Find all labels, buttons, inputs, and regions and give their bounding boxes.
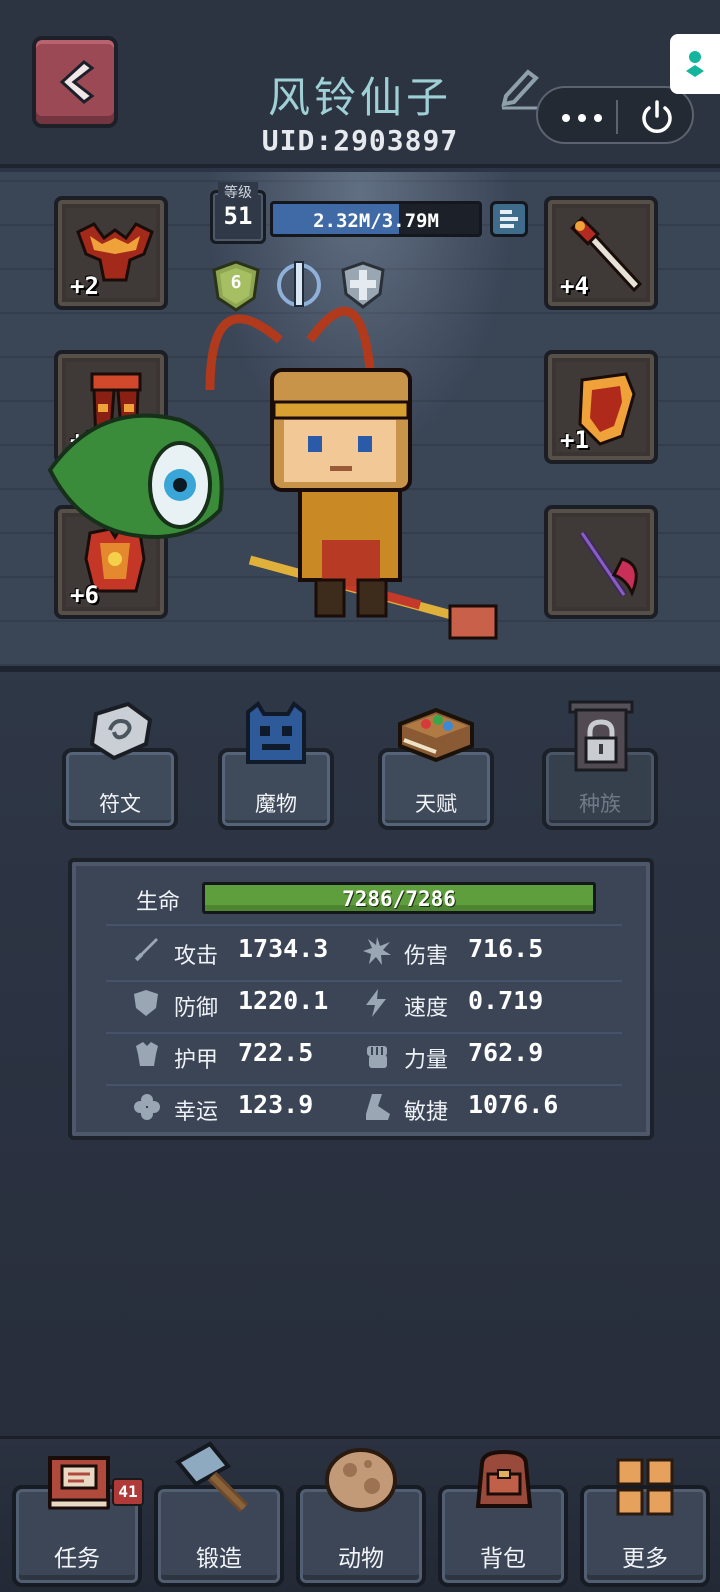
stat-name: 攻击: [174, 944, 219, 969]
stat-value: 123.9: [238, 1090, 314, 1119]
stat-defense: 防御 1220.1: [132, 984, 362, 1024]
more-grid-icon: [616, 1458, 674, 1516]
nav-bag-label: 背包: [480, 1546, 526, 1572]
shield-icon: [134, 990, 158, 1016]
hp-bar: 7286/7286: [202, 882, 596, 914]
stat-attack: 攻击 1734.3: [132, 932, 362, 972]
level-badge: 等级 51: [210, 182, 266, 244]
talent-label: 天赋: [415, 792, 457, 816]
rune-label: 符文: [99, 792, 141, 816]
stat-damage: 伤害 716.5: [362, 932, 602, 972]
race-label: 种族: [579, 792, 621, 816]
exp-details-button[interactable]: [490, 201, 528, 237]
stats-divider: [106, 924, 622, 926]
stat-value: 1734.3: [238, 934, 329, 963]
stat-value: 1076.6: [468, 1090, 559, 1119]
stats-divider: [106, 980, 622, 982]
eye-pet-sprite: [47, 413, 224, 539]
player-uid: UID:2903897: [261, 124, 459, 157]
back-button[interactable]: [32, 36, 118, 128]
fist-icon: [367, 1046, 387, 1068]
hp-label: 生命: [136, 890, 181, 915]
nav-animals-label: 动物: [338, 1546, 384, 1572]
boot-icon: [366, 1094, 390, 1120]
power-icon[interactable]: [632, 98, 682, 136]
stats-divider: [106, 1084, 622, 1086]
animal-egg-icon: [325, 1448, 397, 1512]
armor-icon: [136, 1042, 158, 1066]
equip-slot-weapon[interactable]: +4: [544, 196, 658, 310]
miniprogram-capsule: [536, 86, 694, 144]
list-icon: [500, 210, 518, 228]
stat-name: 幸运: [174, 1100, 219, 1125]
enhance-level: +4: [560, 272, 589, 300]
level-label: 等级: [218, 182, 258, 202]
capsule-divider: [616, 100, 618, 134]
back-arrow-icon: [59, 60, 95, 104]
share-button[interactable]: [670, 34, 720, 94]
stat-value: 716.5: [468, 934, 544, 963]
hero-character: [47, 306, 498, 640]
stat-name: 防御: [174, 996, 219, 1021]
task-book-icon: [48, 1456, 110, 1510]
lock-icon: [568, 700, 634, 772]
stat-value: 762.9: [468, 1038, 544, 1067]
stat-value: 0.719: [468, 986, 544, 1015]
share-person-icon: [686, 51, 704, 77]
burst-icon: [363, 937, 391, 965]
clover-icon: [134, 1094, 160, 1120]
stat-agility: 敏捷 1076.6: [362, 1088, 602, 1128]
nav-more-label: 更多: [622, 1546, 668, 1572]
scythe-icon: [579, 531, 638, 597]
task-count-badge: 41: [112, 1478, 144, 1506]
stats-panel: 生命 7286/7286 攻击 1734.3 伤害 716.5 防御 1220.…: [68, 858, 654, 1140]
nav-tasks-label: 任务: [54, 1546, 100, 1572]
talent-book-icon: [398, 707, 474, 763]
stat-armor: 护甲 722.5: [132, 1036, 362, 1076]
monster-icon: [246, 701, 306, 764]
exp-bar: 2.32M/3.79M: [270, 201, 482, 237]
more-options-button[interactable]: [558, 98, 608, 134]
exp-text: 2.32M/3.79M: [313, 210, 439, 232]
level-value: 51: [223, 202, 253, 230]
top-header: 风铃仙子 UID:2903897: [0, 0, 720, 168]
stat-name: 速度: [404, 996, 449, 1021]
stat-strength: 力量 762.9: [362, 1036, 602, 1076]
stats-divider: [106, 1032, 622, 1034]
stat-name: 敏捷: [404, 1100, 449, 1125]
edit-name-icon[interactable]: [500, 66, 540, 110]
stat-luck: 幸运 123.9: [132, 1088, 362, 1128]
hp-text: 7286/7286: [342, 887, 456, 911]
player-name: 风铃仙子: [267, 73, 452, 122]
equip-slot-shield[interactable]: +1: [544, 350, 658, 464]
lightning-icon: [366, 989, 386, 1017]
backpack-icon: [475, 1449, 533, 1508]
hammer-icon: [174, 1441, 249, 1512]
monster-label: 魔物: [255, 792, 297, 816]
stat-value: 1220.1: [238, 986, 329, 1015]
stat-name: 护甲: [174, 1048, 219, 1073]
enhance-level: +1: [560, 426, 589, 454]
nav-forge-label: 锻造: [196, 1546, 242, 1572]
stat-name: 伤害: [404, 944, 449, 969]
stat-speed: 速度 0.719: [362, 984, 602, 1024]
sword-icon: [134, 938, 158, 962]
rune-stone-icon: [89, 701, 153, 761]
equip-slot-pet[interactable]: [544, 505, 658, 619]
stat-name: 力量: [404, 1048, 449, 1073]
stat-value: 722.5: [238, 1038, 314, 1067]
